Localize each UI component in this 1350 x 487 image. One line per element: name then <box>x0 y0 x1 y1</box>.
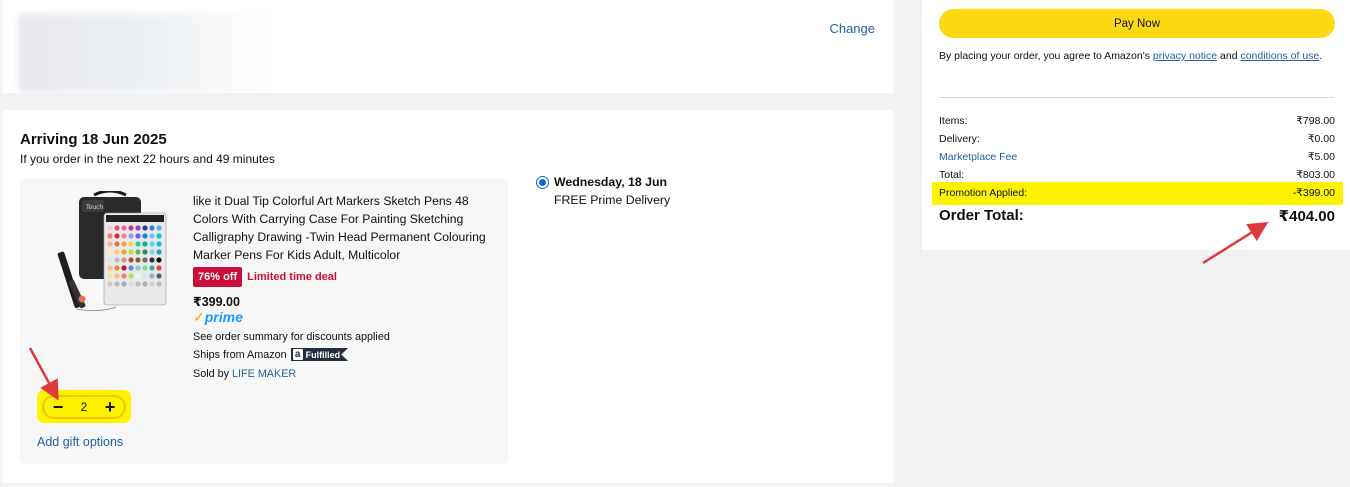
increase-quantity-button[interactable]: + <box>102 398 118 416</box>
change-address-link[interactable]: Change <box>829 21 875 36</box>
prime-label: prime <box>204 309 243 325</box>
summary-divider <box>939 97 1334 98</box>
delivery-day: Wednesday, 18 Jun <box>554 175 667 189</box>
ships-from-text: Ships from Amazon <box>193 348 287 361</box>
add-gift-options-link[interactable]: Add gift options <box>37 435 123 449</box>
amazon-a-icon: a <box>292 349 303 360</box>
order-total-value: ₹404.00 <box>1278 208 1335 225</box>
deal-row: 76% off Limited time deal <box>193 267 337 287</box>
quantity-stepper[interactable]: − 2 + <box>42 395 126 419</box>
summary-row-items: Items: ₹798.00 <box>939 115 1335 127</box>
privacy-notice-link[interactable]: privacy notice <box>1153 50 1217 62</box>
quantity-value: 2 <box>80 400 88 414</box>
summary-row-promotion: Promotion Applied: -₹399.00 <box>939 187 1335 199</box>
pay-now-button[interactable]: Pay Now <box>939 9 1335 38</box>
ships-from-row: Ships from Amazon a Fulfilled <box>193 348 349 361</box>
blurred-address <box>18 14 273 92</box>
order-total-label: Order Total: <box>939 207 1024 224</box>
svg-text:Touch: Touch <box>85 204 103 211</box>
item-price: ₹399.00 <box>193 295 240 309</box>
cart-item: Touch like it Dual Tip Colorful Art Mark… <box>20 179 508 464</box>
agreement-text: By placing your order, you agree to Amaz… <box>939 50 1323 62</box>
delivery-radio[interactable] <box>536 176 549 189</box>
summary-row-total: Total: ₹803.00 <box>939 169 1335 181</box>
order-summary-card: Pay Now By placing your order, you agree… <box>922 0 1350 250</box>
order-total-row: Order Total: ₹404.00 <box>939 207 1335 225</box>
conditions-of-use-link[interactable]: conditions of use <box>1240 50 1319 62</box>
sold-by-row: Sold by LIFE MAKER <box>193 368 296 380</box>
product-image[interactable]: Touch <box>46 191 171 316</box>
arriving-heading: Arriving 18 Jun 2025 <box>20 131 167 148</box>
deal-label: Limited time deal <box>247 271 337 283</box>
seller-link[interactable]: LIFE MAKER <box>232 368 296 380</box>
summary-row-delivery: Delivery: ₹0.00 <box>939 133 1335 145</box>
discount-badge: 76% off <box>193 267 243 287</box>
marketplace-fee-link[interactable]: Marketplace Fee <box>939 151 1017 163</box>
fulfilled-label: Fulfilled <box>305 349 341 360</box>
order-cutoff-text: If you order in the next 22 hours and 49… <box>20 152 275 166</box>
summary-row-marketplace-fee: Marketplace Fee ₹5.00 <box>939 151 1335 163</box>
discount-note: See order summary for discounts applied <box>193 331 390 343</box>
decrease-quantity-button[interactable]: − <box>50 398 66 416</box>
sold-by-prefix: Sold by <box>193 368 230 380</box>
amazon-fulfilled-badge: a Fulfilled <box>290 348 349 361</box>
delivery-type: FREE Prime Delivery <box>554 193 671 207</box>
shipment-card: Arriving 18 Jun 2025 If you order in the… <box>3 110 893 483</box>
prime-badge: ✓ prime <box>193 310 243 324</box>
prime-check-icon: ✓ <box>193 309 205 325</box>
product-title[interactable]: like it Dual Tip Colorful Art Markers Sk… <box>193 192 493 264</box>
address-card: Change <box>3 0 893 93</box>
